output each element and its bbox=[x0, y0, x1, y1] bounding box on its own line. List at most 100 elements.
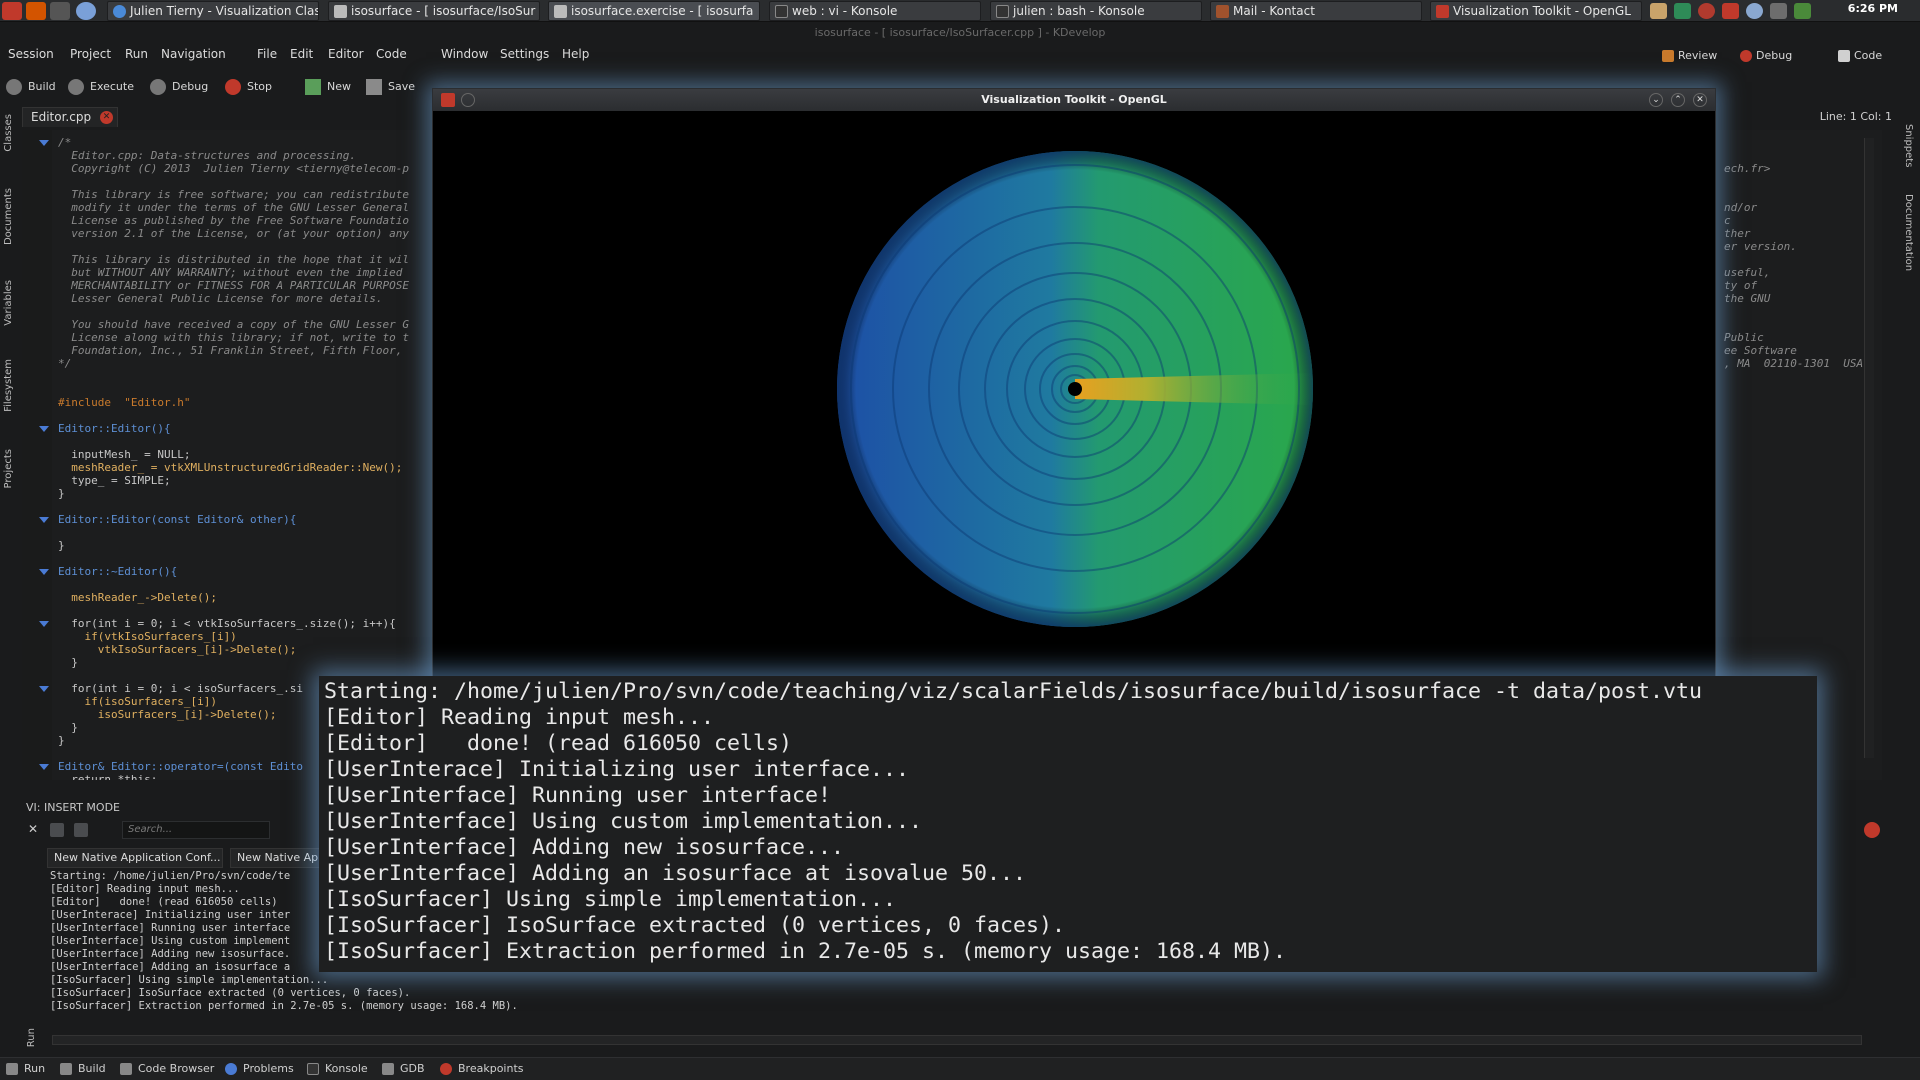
stop-output-icon[interactable] bbox=[1864, 822, 1880, 838]
toolview-problems[interactable]: Problems bbox=[225, 1062, 294, 1075]
browser-launcher-icon[interactable] bbox=[76, 2, 96, 20]
fold-arrow-icon[interactable] bbox=[39, 686, 49, 692]
dock-tab-documentation[interactable]: Documentation bbox=[1903, 194, 1914, 271]
menu-edit[interactable]: Edit bbox=[290, 47, 313, 61]
konsole-output-overlay[interactable]: Starting: /home/julien/Pro/svn/code/teac… bbox=[319, 676, 1817, 972]
code-line: but WITHOUT ANY WARRANTY; without even t… bbox=[58, 266, 403, 279]
clear-icon[interactable] bbox=[50, 823, 64, 837]
save-button[interactable]: Save bbox=[366, 79, 415, 95]
notes-tray-icon[interactable] bbox=[1722, 3, 1739, 19]
task-browser[interactable]: Julien Tierny - Visualization Clas bbox=[107, 1, 319, 21]
toolview-run[interactable]: Run bbox=[6, 1062, 45, 1075]
battery-tray-icon[interactable] bbox=[1770, 3, 1787, 19]
area-debug-button[interactable]: Debug bbox=[1738, 47, 1792, 67]
task-konsole-web[interactable]: web : vi - Konsole bbox=[769, 1, 981, 21]
menu-file[interactable]: File bbox=[257, 47, 277, 61]
area-code-button[interactable]: Code bbox=[1836, 47, 1882, 67]
copy-icon[interactable] bbox=[74, 823, 88, 837]
fold-arrow-icon[interactable] bbox=[39, 140, 49, 146]
update-tray-icon[interactable] bbox=[1674, 3, 1691, 19]
menu-settings[interactable]: Settings bbox=[500, 47, 549, 61]
close-icon[interactable]: ✕ bbox=[100, 111, 114, 124]
code-line: License along with this library; if not,… bbox=[58, 331, 409, 344]
run-dock-tab[interactable]: Run bbox=[26, 1028, 37, 1047]
code-line: Editor::~Editor(){ bbox=[58, 565, 178, 578]
code-line: ech.fr> bbox=[1724, 162, 1771, 175]
output-tab-2[interactable]: New Native Ap bbox=[230, 848, 320, 868]
clock[interactable]: 6:26 PM bbox=[1848, 2, 1898, 15]
vtk-titlebar[interactable]: Visualization Toolkit - OpenGL ⌄ ⌃ ✕ bbox=[433, 89, 1715, 111]
menu-navigation[interactable]: Navigation bbox=[161, 47, 226, 61]
fold-arrow-icon[interactable] bbox=[39, 764, 49, 770]
menu-project[interactable]: Project bbox=[70, 47, 111, 61]
close-output-icon[interactable]: ✕ bbox=[28, 822, 38, 836]
dock-tab-documents[interactable]: Documents bbox=[3, 188, 14, 245]
breakpoint-icon bbox=[440, 1063, 452, 1075]
app-menu-icon[interactable] bbox=[2, 2, 22, 20]
vtk-opengl-window[interactable]: Visualization Toolkit - OpenGL ⌄ ⌃ ✕ bbox=[432, 88, 1716, 680]
konsole-line: [UserInterface] Adding an isosurface at … bbox=[324, 861, 1027, 886]
new-file-icon bbox=[305, 79, 321, 95]
menu-editor[interactable]: Editor bbox=[328, 47, 364, 61]
dock-tab-filesystem[interactable]: Filesystem bbox=[3, 359, 14, 412]
editor-scrollbar[interactable] bbox=[1864, 138, 1874, 758]
package-tray-icon[interactable] bbox=[1650, 3, 1667, 19]
output-scrollbar[interactable] bbox=[52, 1035, 1862, 1045]
code-line: inputMesh_ = NULL; bbox=[58, 448, 191, 461]
minimize-icon[interactable]: ⌄ bbox=[1649, 93, 1663, 107]
debug-button[interactable]: Debug bbox=[150, 79, 208, 95]
task-kdevelop-exercise[interactable]: isosurface.exercise - [ isosurfa bbox=[548, 1, 760, 21]
maximize-icon[interactable]: ⌃ bbox=[1671, 93, 1685, 107]
menu-window[interactable]: Window bbox=[441, 47, 488, 61]
toolview-code-browser[interactable]: Code Browser bbox=[120, 1062, 214, 1075]
toolview-build[interactable]: Build bbox=[60, 1062, 106, 1075]
dock-tab-classes[interactable]: Classes bbox=[3, 114, 14, 152]
menu-run[interactable]: Run bbox=[125, 47, 148, 61]
document-tab[interactable]: Editor.cpp ✕ bbox=[22, 107, 119, 127]
close-icon[interactable]: ✕ bbox=[1693, 93, 1707, 107]
stop-button[interactable]: Stop bbox=[225, 79, 272, 95]
task-kdevelop-isosurface[interactable]: isosurface - [ isosurface/IsoSur bbox=[328, 1, 540, 21]
fold-arrow-icon[interactable] bbox=[39, 621, 49, 627]
menu-code[interactable]: Code bbox=[376, 47, 407, 61]
output-tab-1[interactable]: New Native Application Conf... bbox=[47, 848, 223, 868]
dock-tab-snippets[interactable]: Snippets bbox=[1903, 124, 1914, 167]
konsole-line: [UserInterface] Adding new isosurface... bbox=[324, 835, 845, 860]
home-icon[interactable] bbox=[26, 2, 46, 20]
fold-arrow-icon[interactable] bbox=[39, 426, 49, 432]
gear-icon bbox=[68, 79, 84, 95]
build-button[interactable]: Build bbox=[6, 79, 56, 95]
fold-arrow-icon[interactable] bbox=[39, 517, 49, 523]
chat-tray-icon[interactable] bbox=[1698, 3, 1715, 19]
toolview-konsole[interactable]: Konsole bbox=[307, 1062, 368, 1075]
task-vtk[interactable]: Visualization Toolkit - OpenGL bbox=[1430, 1, 1642, 21]
task-konsole-bash[interactable]: julien : bash - Konsole bbox=[990, 1, 1202, 21]
output-search-input[interactable]: Search... bbox=[122, 821, 270, 839]
code-line: Editor.cpp: Data-structures and processi… bbox=[58, 149, 357, 162]
menu-help[interactable]: Help bbox=[562, 47, 589, 61]
bottom-toolview-bar: Run Build Code Browser Problems Konsole … bbox=[0, 1057, 1920, 1080]
dock-tab-projects[interactable]: Projects bbox=[3, 449, 14, 488]
toolview-gdb[interactable]: GDB bbox=[382, 1062, 425, 1075]
menu-session[interactable]: Session bbox=[8, 47, 54, 61]
terminal-launcher-icon[interactable] bbox=[50, 2, 70, 20]
terminal-icon bbox=[775, 5, 788, 18]
gear-icon bbox=[150, 79, 166, 95]
toolview-breakpoints[interactable]: Breakpoints bbox=[440, 1062, 524, 1075]
execute-button[interactable]: Execute bbox=[68, 79, 134, 95]
browser-icon bbox=[113, 5, 126, 18]
network-tray-icon[interactable] bbox=[1746, 3, 1763, 19]
dock-tab-variables[interactable]: Variables bbox=[3, 280, 14, 326]
fold-arrow-icon[interactable] bbox=[39, 569, 49, 575]
new-button[interactable]: New bbox=[305, 79, 351, 95]
task-kontact[interactable]: Mail - Kontact bbox=[1210, 1, 1422, 21]
area-review-button[interactable]: Review bbox=[1660, 47, 1717, 67]
device-tray-icon[interactable] bbox=[1794, 3, 1811, 19]
code-line: /* bbox=[58, 136, 72, 149]
vtk-render-view[interactable] bbox=[433, 111, 1715, 680]
code-icon bbox=[1838, 50, 1850, 62]
